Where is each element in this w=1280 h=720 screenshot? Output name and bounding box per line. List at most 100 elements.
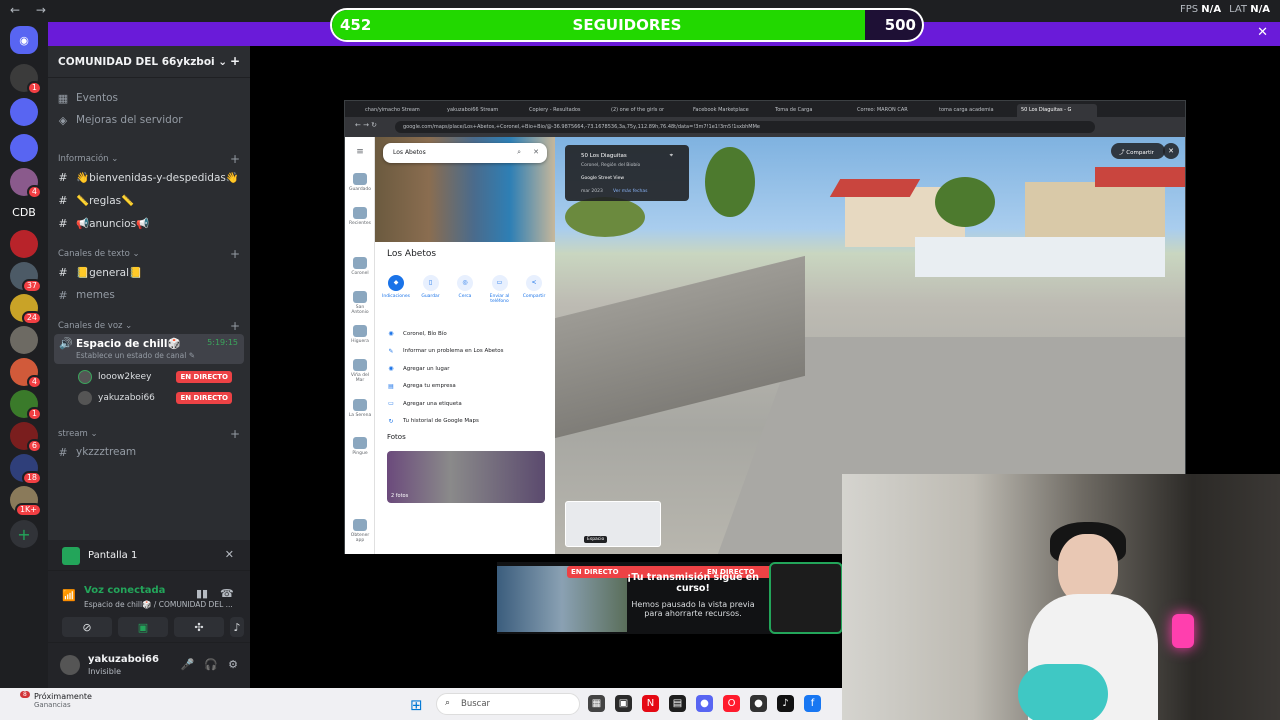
voice-channel-status[interactable]: Establece un estado de canal ✎ xyxy=(76,351,195,360)
voice-location[interactable]: Espacio de chill🎲 / COMUNIDAD DEL ... xyxy=(84,600,233,609)
browser-tab[interactable]: Toma de Carga xyxy=(771,104,851,117)
maps-rail-item[interactable]: Coronel xyxy=(347,257,373,276)
server-icon[interactable]: 4 xyxy=(10,168,42,199)
taskbar-app-icon[interactable]: ▣ xyxy=(615,695,632,712)
taskbar-app-icon[interactable]: ♪ xyxy=(777,695,794,712)
voice-channel-chill[interactable]: 🔊 Espacio de chill🎲 Establece un estado … xyxy=(54,334,244,364)
place-info-row[interactable]: ↻ Tu historial de Google Maps xyxy=(387,413,547,431)
browser-tab[interactable]: chan/yimacho Stream xyxy=(361,104,441,117)
invite-member-icon[interactable]: + xyxy=(230,54,240,68)
taskbar-app-icon[interactable]: O xyxy=(723,695,740,712)
voice-status[interactable]: Voz conectada xyxy=(84,585,165,596)
browser-tab[interactable]: yakuzaboi66 Stream xyxy=(443,104,523,117)
server-icon[interactable]: 6 xyxy=(10,422,42,453)
voice-user[interactable]: looow2keey EN DIRECTO xyxy=(78,370,238,384)
channel-anuncios[interactable]: # 📢anuncios📢 xyxy=(56,213,149,233)
soundboard-button[interactable]: ♪ xyxy=(230,617,244,637)
voice-user[interactable]: yakuzaboi66 EN DIRECTO xyxy=(78,391,238,405)
camera-off-button[interactable]: ⊘ xyxy=(62,617,112,637)
server-icon[interactable]: 4 xyxy=(10,358,42,389)
live-badge[interactable]: EN DIRECTO xyxy=(176,371,232,383)
add-channel-icon[interactable]: + xyxy=(230,427,240,441)
place-info-row[interactable]: ▭ Agregar una etiqueta xyxy=(387,395,547,413)
server-icon[interactable] xyxy=(10,230,38,258)
server-boost-item[interactable]: ◈ Mejoras del servidor xyxy=(56,110,183,130)
maps-rail-item[interactable]: San Antonio xyxy=(347,291,373,315)
stop-share-icon[interactable]: ✕ xyxy=(225,548,234,561)
server-icon[interactable] xyxy=(10,134,38,162)
share-button[interactable]: ⤴ Compartir xyxy=(1111,143,1165,159)
channel-ykzzztream[interactable]: # ykzzztream xyxy=(56,442,136,462)
server-icon[interactable]: 1K+ xyxy=(10,486,42,517)
microphone-icon[interactable]: 🎤 xyxy=(181,658,195,671)
channel-bienvenidas[interactable]: # 👋bienvenidas-y-despedidas👋 xyxy=(56,167,239,187)
channel-memes[interactable]: # memes xyxy=(56,285,114,305)
maps-rail-item[interactable]: Viña del Mar xyxy=(347,359,373,383)
server-icon[interactable]: 24 xyxy=(10,294,42,325)
category-stream[interactable]: stream ⌄ + xyxy=(58,427,240,441)
disconnect-icon[interactable]: ☎ xyxy=(220,587,234,600)
browser-tab[interactable]: (2) one of the girls or xyxy=(607,104,687,117)
server-icon[interactable]: 1 xyxy=(10,64,42,95)
taskbar-app-icon[interactable]: ▦ xyxy=(588,695,605,712)
browser-tab[interactable]: Correo: MARON CAR xyxy=(853,104,933,117)
server-icon[interactable] xyxy=(10,326,38,354)
close-icon[interactable]: ✕ xyxy=(1257,25,1268,40)
nav-icons[interactable]: ← → ↻ xyxy=(355,121,377,129)
taskbar-app-icon[interactable]: N xyxy=(642,695,659,712)
place-action-button[interactable]: ▭ Enviar al teléfono xyxy=(485,275,515,304)
place-action-button[interactable]: ◎ Cerca xyxy=(450,275,480,304)
channel-reglas[interactable]: # 📏reglas📏 xyxy=(56,190,134,210)
user-name[interactable]: yakuzaboi66 xyxy=(88,654,159,665)
place-info-row[interactable]: ◉ Coronel, Bío Bío xyxy=(387,325,547,343)
soundboard-icon[interactable]: ▮▮ xyxy=(196,587,208,600)
server-icon[interactable]: 18 xyxy=(10,454,42,485)
add-channel-icon[interactable]: + xyxy=(230,247,240,261)
maps-rail-item[interactable]: Obtener app xyxy=(347,519,373,543)
maps-search-input[interactable]: Los Abetos ⌕ ✕ xyxy=(383,143,547,163)
maps-rail-item[interactable]: Pingue xyxy=(347,437,373,456)
activities-button[interactable]: ✣ xyxy=(174,617,224,637)
maps-rail-item[interactable]: Guardado xyxy=(347,173,373,192)
taskbar-app-icon[interactable]: ▤ xyxy=(669,695,686,712)
search-icon[interactable]: ⌕ xyxy=(517,148,521,157)
close-icon[interactable]: ✕ xyxy=(533,148,539,156)
server-icon[interactable]: 37 xyxy=(10,262,42,293)
browser-tab[interactable]: Copiery - Resultados xyxy=(525,104,605,117)
news-widget[interactable]: 8 Próximamente Ganancias xyxy=(14,691,92,709)
browser-tab[interactable]: Facebook Marketplace xyxy=(689,104,769,117)
avatar[interactable] xyxy=(60,655,80,675)
category-info[interactable]: Información ⌄ + xyxy=(58,152,240,166)
add-channel-icon[interactable]: + xyxy=(230,152,240,166)
place-info-row[interactable]: ◉ Agregar un lugar xyxy=(387,360,547,378)
maps-rail-item[interactable]: Recientes xyxy=(347,207,373,226)
server-icon[interactable] xyxy=(10,98,38,126)
close-streetview-button[interactable]: ✕ xyxy=(1163,143,1179,159)
windows-start-icon[interactable]: ⊞ xyxy=(410,696,423,714)
camera-tile[interactable] xyxy=(769,562,843,634)
live-badge[interactable]: EN DIRECTO xyxy=(176,392,232,404)
taskbar-app-icon[interactable]: f xyxy=(804,695,821,712)
sv-more-dates-link[interactable]: Ver más fechas xyxy=(613,189,647,194)
place-info-row[interactable]: ✎ Informar un problema en Los Abetos xyxy=(387,343,547,361)
back-icon[interactable]: ← xyxy=(10,3,20,17)
events-item[interactable]: ▦ Eventos xyxy=(56,88,118,108)
category-voice[interactable]: Canales de voz ⌄ + xyxy=(58,319,240,333)
forward-icon[interactable]: → xyxy=(36,3,46,17)
maps-rail-item[interactable]: La Serena xyxy=(347,399,373,418)
taskbar-app-icon[interactable]: ● xyxy=(696,695,713,712)
place-info-row[interactable]: ▤ Agrega tu empresa xyxy=(387,378,547,396)
server-icon[interactable]: CDB xyxy=(10,198,38,226)
channel-general[interactable]: # 📒general📒 xyxy=(56,262,142,282)
discord-home-icon[interactable]: ◉ xyxy=(10,26,38,54)
taskbar-search-input[interactable]: ⌕ Buscar xyxy=(436,693,580,715)
place-action-button[interactable]: ▯ Guardar xyxy=(416,275,446,304)
add-channel-icon[interactable]: + xyxy=(230,319,240,333)
maps-rail-item[interactable]: Higuera xyxy=(347,325,373,344)
taskbar-app-icon[interactable]: ● xyxy=(750,695,767,712)
signal-icon[interactable]: 📶 xyxy=(62,589,76,602)
browser-tab[interactable]: toma carga academia xyxy=(935,104,1015,117)
server-icon[interactable]: 1 xyxy=(10,390,42,421)
gear-icon[interactable]: ⚙ xyxy=(228,658,238,671)
headphones-icon[interactable]: 🎧 xyxy=(204,658,218,671)
